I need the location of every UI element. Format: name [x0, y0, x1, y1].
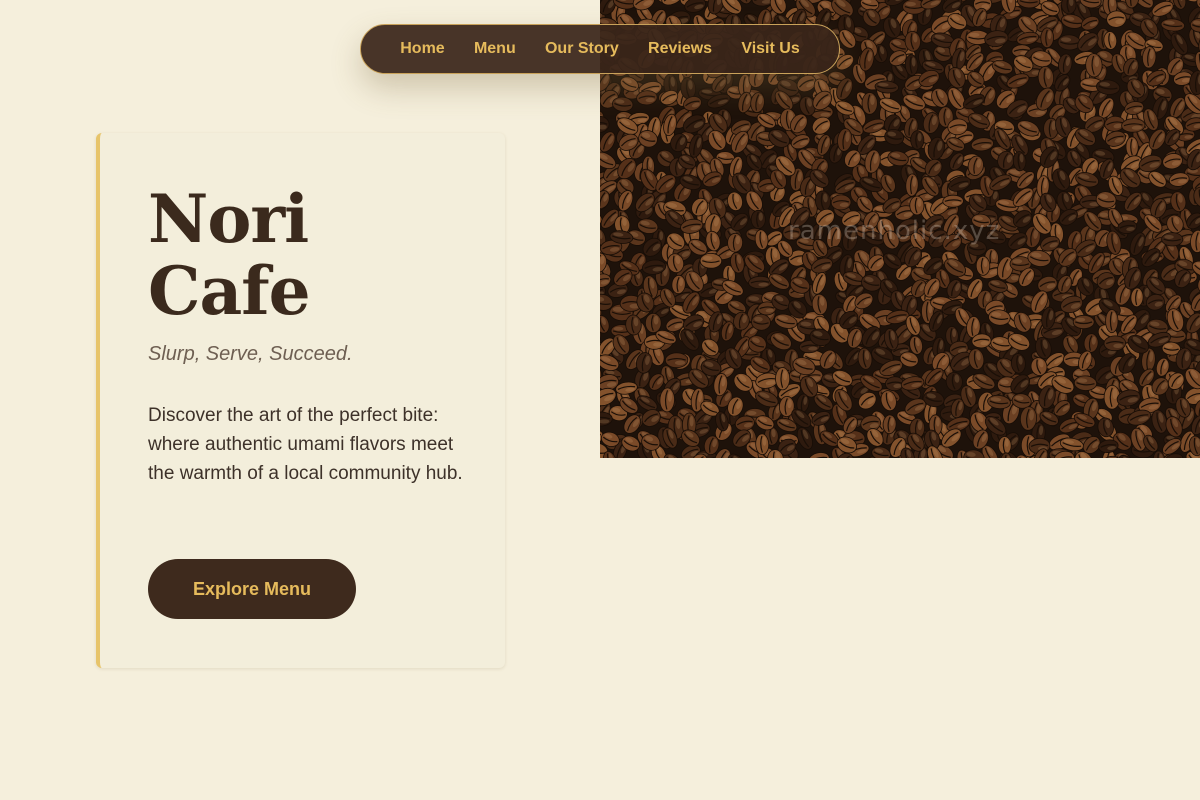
- explore-menu-button[interactable]: Explore Menu: [148, 559, 356, 619]
- nav-item-visit-us[interactable]: Visit Us: [741, 40, 799, 58]
- watermark: ramenholic.xyz: [788, 216, 1001, 246]
- nav-item-our-story[interactable]: Our Story: [545, 40, 619, 58]
- page: ramenholic.xyz Home Menu Our Story Revie…: [0, 0, 1200, 800]
- brand-title-line-1: Nori: [148, 180, 309, 258]
- brand-title-line-2: Cafe: [148, 252, 311, 330]
- main-nav: Home Menu Our Story Reviews Visit Us: [360, 24, 840, 74]
- nav-item-home[interactable]: Home: [400, 40, 444, 58]
- nav-item-reviews[interactable]: Reviews: [648, 40, 712, 58]
- nav-item-menu[interactable]: Menu: [474, 40, 516, 58]
- hero-description: Discover the art of the perfect bite: wh…: [148, 405, 463, 484]
- tagline: Slurp, Serve, Succeed.: [148, 343, 353, 365]
- brand-title: Nori Cafe: [148, 183, 448, 327]
- hero-card: Nori Cafe Slurp, Serve, Succeed. Discove…: [96, 133, 505, 668]
